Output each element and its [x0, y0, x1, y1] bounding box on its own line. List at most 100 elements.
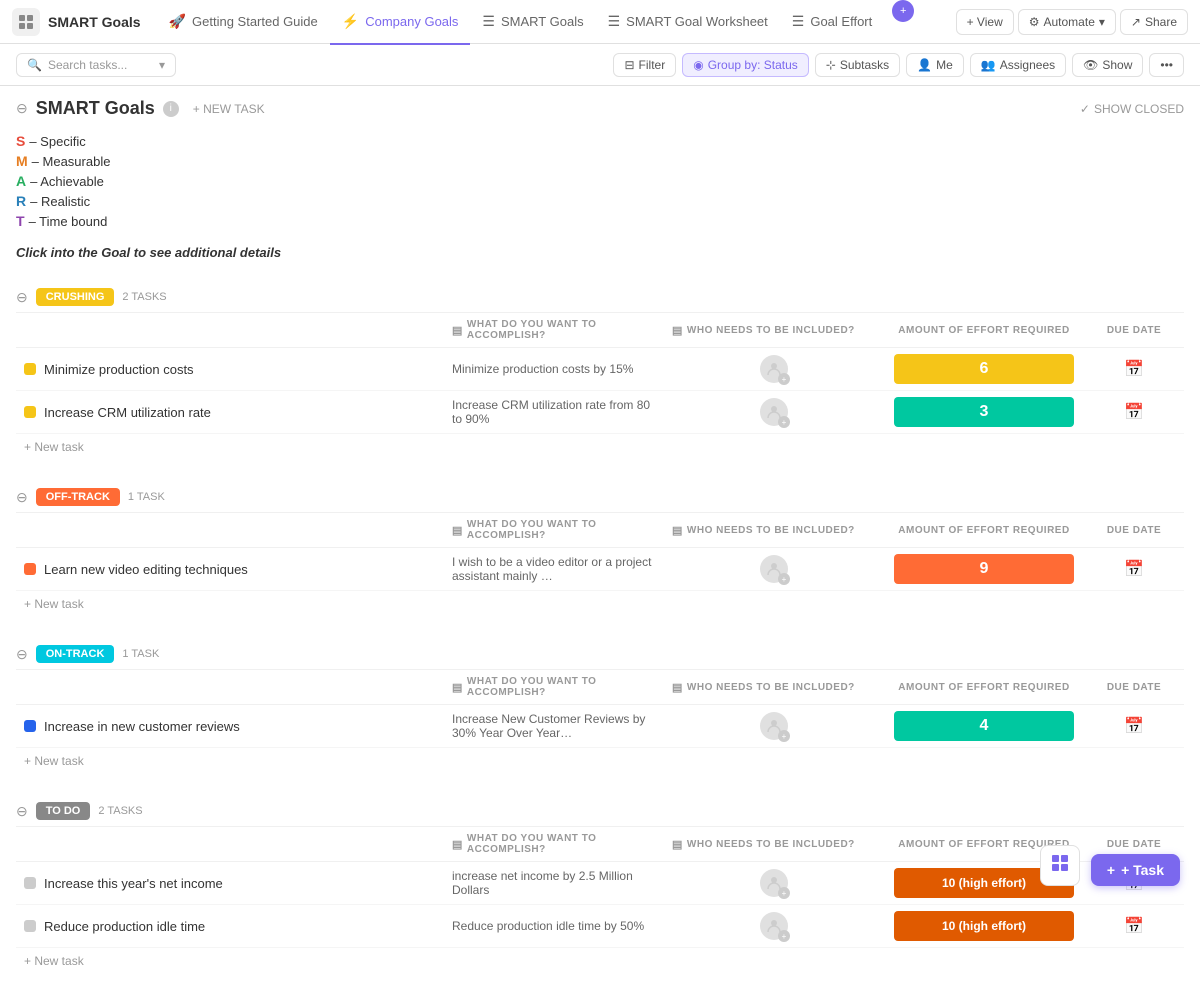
top-nav: SMART Goals 🚀 Getting Started Guide ⚡ Co… — [0, 0, 1200, 44]
table-row[interactable]: Reduce production idle time Reduce produ… — [16, 905, 1184, 948]
new-task-row[interactable]: + New task — [16, 748, 1184, 774]
tab-smart-worksheet[interactable]: ☰ SMART Goal Worksheet — [596, 1, 780, 45]
task-name-cell: Increase in new customer reviews — [16, 719, 444, 734]
task-what-cell: Increase CRM utilization rate from 80 to… — [444, 398, 664, 426]
tab-getting-started[interactable]: 🚀 Getting Started Guide — [157, 1, 330, 45]
tab-company-goals[interactable]: ⚡ Company Goals — [330, 1, 471, 45]
calendar-icon[interactable]: 📅 — [1124, 359, 1144, 379]
subtasks-icon: ⊹ — [826, 58, 836, 72]
task-name-cell: Reduce production idle time — [16, 919, 444, 934]
task-effort-cell: 3 — [884, 397, 1084, 427]
group-collapse-on-track[interactable]: ⊖ — [16, 646, 28, 663]
smart-goals-tab-icon: ☰ — [482, 13, 495, 30]
smart-s: S – Specific — [16, 131, 1184, 151]
add-task-button[interactable]: + + Task — [1091, 854, 1180, 886]
assignees-icon: 👥 — [981, 58, 996, 72]
check-icon: ✓ — [1080, 102, 1090, 116]
col-name-on-track — [16, 674, 444, 700]
col-what-off-track: ▤ What do you want to accomplish? — [444, 517, 664, 543]
avatar: + — [760, 555, 788, 583]
calendar-icon[interactable]: 📅 — [1124, 716, 1144, 736]
avatar: + — [760, 712, 788, 740]
automate-button[interactable]: ⚙ Automate ▾ — [1018, 9, 1116, 35]
col-effort-on-track: Amount of Effort Required — [884, 674, 1084, 700]
group-icon: ◉ — [693, 58, 703, 72]
plus-icon[interactable]: + — [892, 0, 914, 22]
section-header: ⊖ SMART Goals i + NEW TASK ✓ SHOW CLOSED — [0, 86, 1200, 123]
show-closed-button[interactable]: ✓ SHOW CLOSED — [1080, 102, 1184, 116]
search-box[interactable]: 🔍 Search tasks... ▾ — [16, 53, 176, 77]
new-task-button[interactable]: + NEW TASK — [187, 100, 271, 118]
more-button[interactable]: ••• — [1149, 53, 1184, 77]
status-badge-on-track: ON-TRACK — [36, 645, 115, 663]
table-row[interactable]: Minimize production costs Minimize produ… — [16, 348, 1184, 391]
automate-icon: ⚙ — [1029, 15, 1040, 29]
col-who-on-track: ▤ Who needs to be included? — [664, 674, 884, 700]
table-row[interactable]: Increase CRM utilization rate Increase C… — [16, 391, 1184, 434]
who-plus-icon: + — [778, 730, 790, 742]
share-button[interactable]: ↗ Share — [1120, 9, 1188, 35]
effort-badge: 9 — [894, 554, 1074, 584]
task-name-text: Reduce production idle time — [44, 919, 205, 934]
task-effort-cell: 10 (high effort) — [884, 911, 1084, 941]
status-row-crushing: ⊖ CRUSHING 2 TASKS — [16, 280, 1184, 313]
col-effort-off-track: Amount of Effort Required — [884, 517, 1084, 543]
info-icon[interactable]: i — [163, 101, 179, 117]
eye-icon: 👁 — [1083, 58, 1098, 72]
table-row[interactable]: Increase this year's net income increase… — [16, 862, 1184, 905]
col-headers-crushing: ▤ What do you want to accomplish? ▤ Who … — [16, 313, 1184, 348]
task-count-crushing: 2 TASKS — [122, 291, 166, 303]
subtasks-button[interactable]: ⊹ Subtasks — [815, 53, 900, 77]
calendar-icon[interactable]: 📅 — [1124, 402, 1144, 422]
share-icon: ↗ — [1131, 15, 1141, 29]
new-task-row[interactable]: + New task — [16, 591, 1184, 617]
table-row[interactable]: Learn new video editing techniques I wis… — [16, 548, 1184, 591]
toolbar-right: ⊟ Filter ◉ Group by: Status ⊹ Subtasks 👤… — [613, 53, 1184, 77]
smart-description: S – Specific M – Measurable A – Achievab… — [0, 123, 1200, 235]
task-name-cell: Increase CRM utilization rate — [16, 405, 444, 420]
effort-badge: 3 — [894, 397, 1074, 427]
task-status-dot — [24, 920, 36, 932]
col-what-on-track: ▤ What do you want to accomplish? — [444, 674, 664, 700]
smart-t: T – Time bound — [16, 211, 1184, 231]
group-by-button[interactable]: ◉ Group by: Status — [682, 53, 809, 77]
who-plus-icon: + — [778, 887, 790, 899]
col-who-crushing: ▤ Who needs to be included? — [664, 317, 884, 343]
nav-tabs: 🚀 Getting Started Guide ⚡ Company Goals … — [157, 0, 956, 44]
smart-m: M – Measurable — [16, 151, 1184, 171]
new-task-row[interactable]: + New task — [16, 948, 1184, 974]
grid-view-button[interactable] — [1040, 845, 1080, 886]
group-collapse-crushing[interactable]: ⊖ — [16, 289, 28, 306]
col-name-crushing — [16, 317, 444, 343]
status-group-crushing: ⊖ CRUSHING 2 TASKS ▤ What do you want to… — [16, 280, 1184, 460]
status-row-on-track: ⊖ ON-TRACK 1 TASK — [16, 637, 1184, 670]
me-button[interactable]: 👤 Me — [906, 53, 964, 77]
calendar-icon[interactable]: 📅 — [1124, 916, 1144, 936]
col-due-off-track: Due Date — [1084, 517, 1184, 543]
show-button[interactable]: 👁 Show — [1072, 53, 1143, 77]
section-collapse-btn[interactable]: ⊖ — [16, 100, 28, 117]
tab-smart-goals[interactable]: ☰ SMART Goals — [470, 1, 595, 45]
task-what-cell: I wish to be a video editor or a project… — [444, 555, 664, 583]
task-name-cell: Increase this year's net income — [16, 876, 444, 891]
nav-actions: + View ⚙ Automate ▾ ↗ Share — [956, 9, 1188, 35]
task-due-cell: 📅 — [1084, 402, 1184, 422]
col-due-crushing: Due Date — [1084, 317, 1184, 343]
avatar: + — [760, 398, 788, 426]
col-due-on-track: Due Date — [1084, 674, 1184, 700]
tab-goal-effort[interactable]: ☰ Goal Effort — [780, 1, 884, 45]
calendar-icon[interactable]: 📅 — [1124, 559, 1144, 579]
status-group-on-track: ⊖ ON-TRACK 1 TASK ▤ What do you want to … — [16, 637, 1184, 774]
group-collapse-to-do[interactable]: ⊖ — [16, 803, 28, 820]
filter-icon: ⊟ — [624, 58, 634, 72]
assignees-button[interactable]: 👥 Assignees — [970, 53, 1066, 77]
table-row[interactable]: Increase in new customer reviews Increas… — [16, 705, 1184, 748]
view-button[interactable]: + View — [956, 9, 1014, 35]
task-what-cell: Increase New Customer Reviews by 30% Yea… — [444, 712, 664, 740]
group-collapse-off-track[interactable]: ⊖ — [16, 489, 28, 506]
company-goals-icon: ⚡ — [342, 13, 359, 30]
effort-badge: 6 — [894, 354, 1074, 384]
new-task-row[interactable]: + New task — [16, 434, 1184, 460]
filter-button[interactable]: ⊟ Filter — [613, 53, 676, 77]
task-due-cell: 📅 — [1084, 916, 1184, 936]
